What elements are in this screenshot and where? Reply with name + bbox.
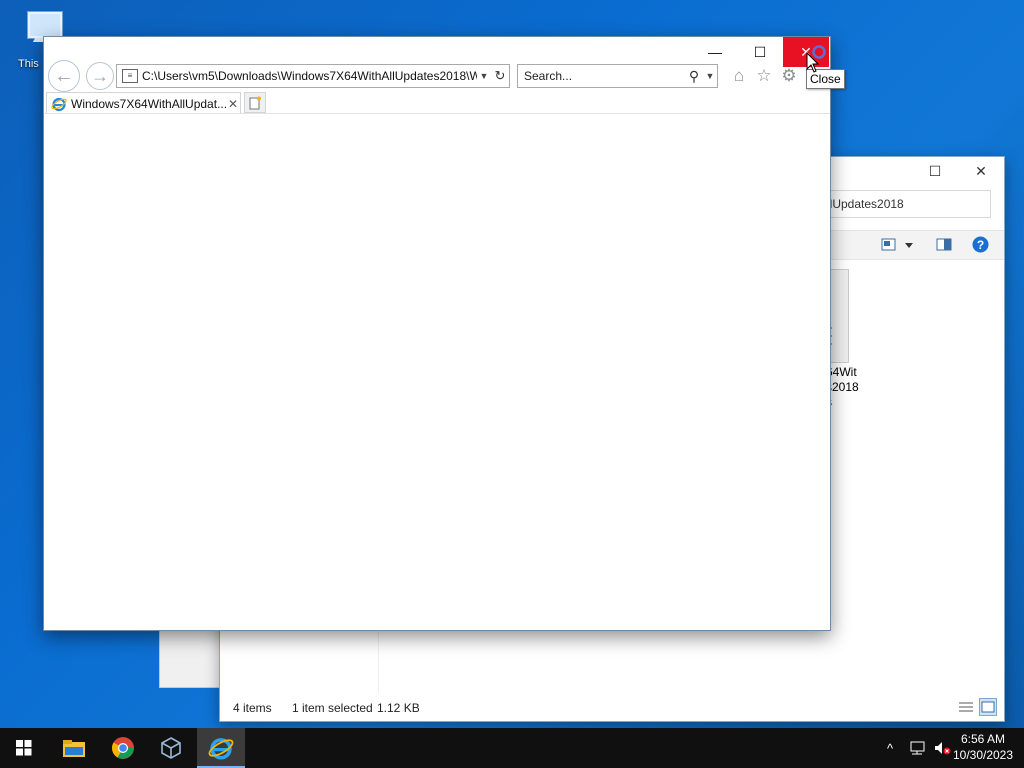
tab-close-icon[interactable]: ✕ (226, 97, 240, 111)
back-arrow-icon: ← (54, 64, 74, 87)
virtualbox-icon (161, 737, 181, 759)
search-box[interactable]: Search... ⚲ ▼ (517, 64, 718, 88)
browser-tab[interactable]: Windows7X64WithAllUpdat... ✕ (46, 92, 241, 114)
search-icon[interactable]: ⚲ (685, 68, 703, 85)
home-icon[interactable]: ⌂ (728, 65, 750, 87)
file-name-line: s2018 (826, 380, 859, 394)
page-icon: ≡ (122, 69, 138, 83)
forward-arrow-icon: → (91, 65, 109, 86)
search-dropdown-icon[interactable]: ▼ (703, 71, 717, 81)
large-icons-view-icon (981, 701, 995, 713)
file-name-label: 64Wit s2018 s (826, 365, 866, 410)
status-selection: 1 item selected (292, 701, 373, 715)
chrome-icon (112, 737, 134, 759)
clock-time: 6:56 AM (960, 732, 1006, 746)
start-icon (16, 740, 32, 756)
address-bar[interactable]: ≡ C:\Users\vm5\Downloads\Windows7X64With… (116, 64, 510, 88)
internet-explorer-window: — ☐ ✕ ← → ≡ C:\Users\vm5\Downloads\Windo… (43, 36, 831, 631)
svg-text:?: ? (977, 238, 984, 252)
taskbar-file-explorer[interactable] (50, 728, 98, 768)
internet-explorer-icon (208, 738, 234, 760)
explorer-address-text: llUpdates2018 (827, 197, 904, 211)
status-size: 1.12 KB (377, 701, 420, 715)
explorer-status-bar: 4 items 1 item selected 1.12 KB (220, 695, 1004, 721)
explorer-close-button[interactable]: ✕ (958, 157, 1004, 185)
favorites-star-icon[interactable]: ☆ (753, 65, 775, 87)
computer-icon (28, 12, 62, 38)
explorer-maximize-button[interactable]: ☐ (912, 157, 958, 185)
ie-minimize-button[interactable]: — (692, 37, 738, 67)
preview-pane-icon[interactable] (936, 238, 952, 252)
desktop-icon-label: This (18, 58, 39, 70)
status-item-count: 4 items (233, 701, 272, 715)
explorer-address-bar[interactable]: llUpdates2018 (820, 190, 991, 218)
file-name-line: 64Wit (826, 365, 857, 379)
new-tab-button[interactable] (244, 92, 266, 113)
internet-explorer-icon (51, 97, 67, 111)
start-button[interactable] (0, 728, 48, 768)
clock-date: 10/30/2023 (952, 748, 1014, 762)
file-name-line: s (826, 395, 866, 410)
network-icon (910, 741, 925, 755)
busy-ring-icon (812, 45, 826, 59)
taskbar: ^ 6:56 AM 10/30/2023 (0, 728, 1024, 768)
details-view-button[interactable] (957, 698, 975, 716)
change-view-icon[interactable] (881, 238, 915, 252)
address-dropdown-icon[interactable]: ▼ (477, 71, 491, 81)
file-explorer-icon (63, 740, 85, 757)
ie-maximize-button[interactable]: ☐ (737, 37, 783, 67)
details-view-icon (959, 702, 973, 712)
tray-overflow-chevron[interactable]: ^ (887, 728, 893, 768)
help-icon[interactable]: ? (972, 236, 989, 253)
taskbar-virtualbox[interactable] (147, 728, 195, 768)
taskbar-clock[interactable]: 6:56 AM 10/30/2023 (948, 731, 1018, 763)
network-tray-icon[interactable] (909, 728, 929, 768)
taskbar-chrome[interactable] (99, 728, 147, 768)
large-icons-view-button[interactable] (979, 698, 997, 716)
refresh-icon[interactable]: ↻ (491, 68, 509, 84)
tab-title: Windows7X64WithAllUpdat... (71, 96, 226, 111)
chevron-up-icon: ^ (887, 740, 894, 756)
new-tab-icon (249, 96, 261, 109)
settings-gear-icon[interactable]: ⚙ (778, 65, 800, 87)
address-url: C:\Users\vm5\Downloads\Windows7X64WithAl… (142, 69, 477, 83)
page-content-area[interactable] (44, 114, 830, 630)
taskbar-internet-explorer[interactable] (197, 728, 245, 768)
search-placeholder: Search... (524, 69, 573, 83)
back-button[interactable]: ← (48, 60, 80, 92)
forward-button[interactable]: → (86, 62, 114, 90)
